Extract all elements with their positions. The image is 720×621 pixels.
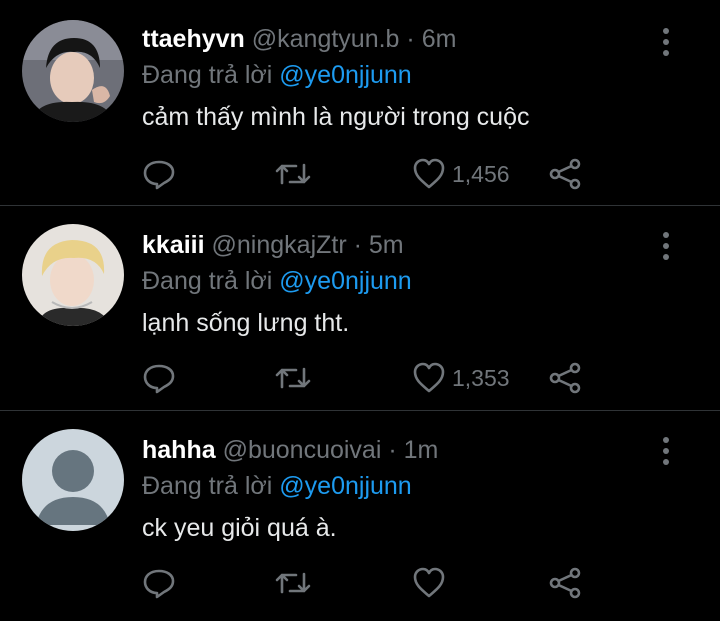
- action-bar: 1,353: [142, 360, 592, 396]
- share-button[interactable]: [548, 156, 582, 192]
- reply-button[interactable]: [142, 360, 176, 396]
- separator: ·: [406, 25, 415, 53]
- tweet[interactable]: hahha @buoncuoivai · 1m Đang trả lời @ye…: [0, 411, 720, 621]
- action-bar: 1,456: [142, 156, 592, 192]
- avatar-photo: [22, 224, 124, 326]
- reply-button[interactable]: [142, 156, 176, 192]
- share-button[interactable]: [548, 565, 582, 601]
- reply-feed: ttaehyvn @kangtyun.b · 6m Đang trả lời @…: [0, 0, 720, 621]
- share-icon: [549, 567, 581, 599]
- mention-link[interactable]: @ye0njjunn: [279, 61, 411, 89]
- more-icon[interactable]: [660, 437, 672, 470]
- retweet-icon: [275, 572, 311, 594]
- tweet-text: ck yeu giỏi quá à.: [142, 514, 337, 542]
- reply-icon: [143, 364, 175, 394]
- tweet[interactable]: kkaiii @ningkajZtr · 5m Đang trả lời @ye…: [0, 206, 720, 411]
- more-icon[interactable]: [660, 28, 672, 61]
- timestamp[interactable]: 5m: [369, 231, 404, 259]
- retweet-button[interactable]: [274, 156, 312, 192]
- replying-to: Đang trả lời @ye0njjunn: [142, 469, 660, 503]
- like-button[interactable]: [412, 565, 446, 601]
- username[interactable]: @kangtyun.b: [252, 25, 400, 53]
- like-count: 1,353: [452, 364, 510, 391]
- reply-button[interactable]: [142, 565, 176, 601]
- like-button[interactable]: 1,456: [412, 156, 510, 192]
- display-name[interactable]: kkaiii: [142, 231, 205, 259]
- share-icon: [549, 362, 581, 394]
- tweet-text: lạnh sống lưng tht.: [142, 309, 350, 337]
- separator: ·: [388, 436, 397, 464]
- retweet-button[interactable]: [274, 565, 312, 601]
- action-bar: [142, 565, 592, 601]
- replying-to-label: Đang trả lời: [142, 267, 273, 295]
- username[interactable]: @ningkajZtr: [212, 231, 347, 259]
- reply-icon: [143, 160, 175, 190]
- username[interactable]: @buoncuoivai: [223, 436, 382, 464]
- reply-icon: [143, 569, 175, 599]
- avatar[interactable]: [22, 429, 124, 531]
- avatar[interactable]: [22, 20, 124, 122]
- mention-link[interactable]: @ye0njjunn: [279, 472, 411, 500]
- display-name[interactable]: ttaehyvn: [142, 25, 245, 53]
- timestamp[interactable]: 6m: [422, 25, 457, 53]
- like-icon: [413, 567, 445, 598]
- like-icon: [413, 362, 445, 393]
- like-count: 1,456: [452, 160, 510, 187]
- avatar-photo: [22, 20, 124, 122]
- replying-to-label: Đang trả lời: [142, 61, 273, 89]
- replying-to: Đang trả lời @ye0njjunn: [142, 264, 660, 298]
- separator: ·: [353, 231, 362, 259]
- tweet-header: ttaehyvn @kangtyun.b · 6m: [142, 22, 660, 56]
- share-button[interactable]: [548, 360, 582, 396]
- like-button[interactable]: 1,353: [412, 360, 510, 396]
- replying-to: Đang trả lời @ye0njjunn: [142, 58, 660, 92]
- more-icon[interactable]: [660, 232, 672, 265]
- avatar[interactable]: [22, 224, 124, 326]
- retweet-icon: [275, 163, 311, 185]
- like-icon: [413, 158, 445, 189]
- tweet-text: cảm thấy mình là người trong cuộc: [142, 103, 530, 131]
- share-icon: [549, 158, 581, 190]
- timestamp[interactable]: 1m: [404, 436, 439, 464]
- default-avatar-icon: [22, 429, 124, 531]
- tweet[interactable]: ttaehyvn @kangtyun.b · 6m Đang trả lời @…: [0, 0, 720, 206]
- tweet-header: kkaiii @ningkajZtr · 5m: [142, 228, 660, 262]
- display-name[interactable]: hahha: [142, 436, 216, 464]
- mention-link[interactable]: @ye0njjunn: [279, 267, 411, 295]
- retweet-button[interactable]: [274, 360, 312, 396]
- replying-to-label: Đang trả lời: [142, 472, 273, 500]
- retweet-icon: [275, 367, 311, 389]
- tweet-header: hahha @buoncuoivai · 1m: [142, 433, 660, 467]
